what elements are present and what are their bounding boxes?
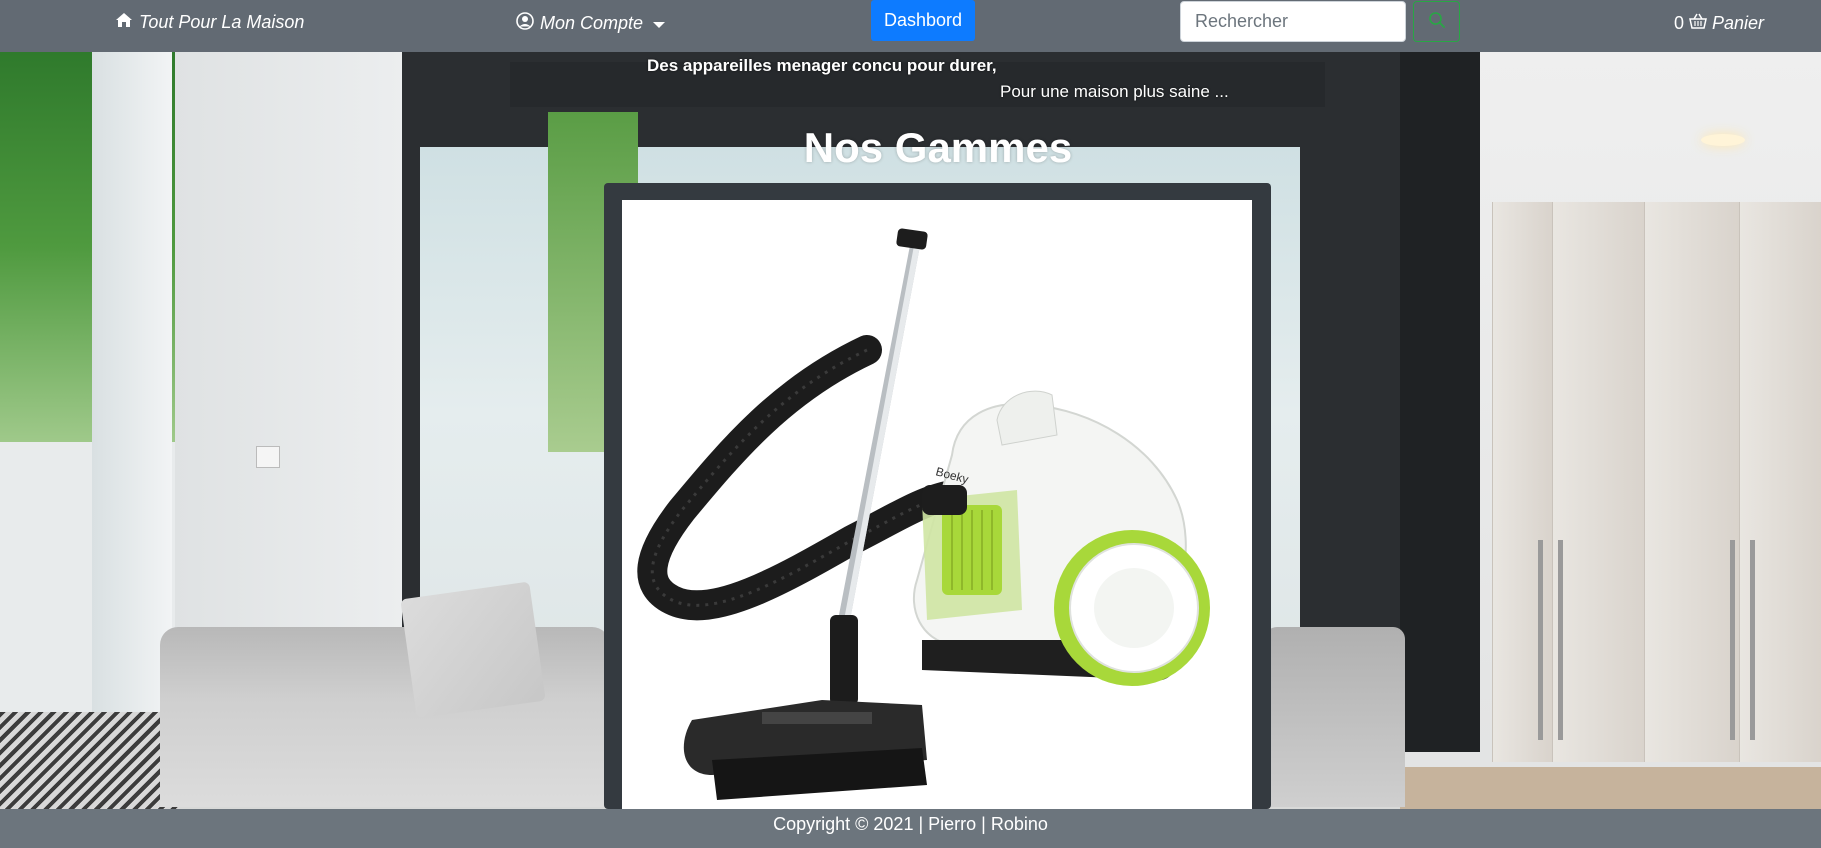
product-image[interactable]: Boeky bbox=[622, 200, 1252, 809]
brand-link[interactable]: Tout Pour La Maison bbox=[115, 12, 304, 33]
dashboard-button[interactable]: Dashbord bbox=[871, 0, 975, 41]
product-card[interactable]: Boeky bbox=[604, 183, 1271, 809]
footer: Copyright © 2021 | Pierro | Robino bbox=[0, 809, 1821, 848]
basket-icon bbox=[1688, 12, 1708, 35]
navbar: Tout Pour La Maison Mon Compte Dashbord … bbox=[0, 0, 1821, 52]
hero-subtagline: Pour une maison plus saine ... bbox=[1000, 82, 1229, 101]
chevron-down-icon bbox=[653, 21, 666, 28]
user-circle-icon bbox=[516, 12, 534, 35]
search-input[interactable] bbox=[1180, 1, 1406, 42]
home-icon bbox=[115, 12, 133, 33]
sofa bbox=[160, 627, 610, 807]
copyright-text: Copyright © 2021 | Pierro | Robino bbox=[773, 814, 1048, 834]
brand-label: Tout Pour La Maison bbox=[139, 12, 305, 32]
cart-label: Panier bbox=[1712, 13, 1765, 33]
search-icon bbox=[1428, 11, 1446, 32]
section-title: Nos Gammes bbox=[803, 124, 1073, 171]
account-label: Mon Compte bbox=[540, 13, 644, 33]
light-switch bbox=[256, 446, 280, 468]
cart-link[interactable]: 0 Panier bbox=[1674, 12, 1764, 35]
cart-count: 0 bbox=[1674, 13, 1685, 33]
vacuum-cleaner-illustration: Boeky bbox=[637, 228, 1210, 800]
search-button[interactable] bbox=[1413, 1, 1460, 42]
hero-tagline: Des appareilles menager concu pour durer… bbox=[647, 56, 997, 75]
account-dropdown[interactable]: Mon Compte bbox=[516, 12, 666, 35]
